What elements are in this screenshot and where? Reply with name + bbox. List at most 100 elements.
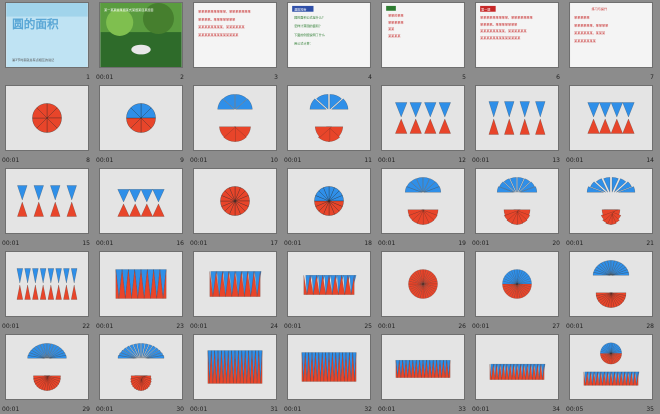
slide-thumbnail[interactable] [381, 85, 465, 151]
slide-9[interactable]: 00:01 9 [94, 83, 188, 166]
slide-20[interactable]: 00:01 20 [470, 166, 564, 249]
slide-8[interactable]: 00:01 8 [0, 83, 94, 166]
slide-thumbnail[interactable] [381, 334, 465, 400]
svg-text:练习与提升: 练习与提升 [592, 6, 607, 11]
slide-23[interactable]: 00:01 23 [94, 249, 188, 332]
slide-thumbnail[interactable]: 某某某某某某某某某，某某某某某某某 某某某某。某某某某某某某 某某某某某某某某，某某… [193, 2, 277, 68]
slide-33[interactable]: 00:01 33 [376, 332, 470, 414]
slide-21[interactable]: 00:01 21 [564, 166, 658, 249]
slide-thumbnail[interactable] [287, 251, 371, 317]
slide-thumbnail[interactable]: 某一某某些某题某式某题某目某题目 [99, 2, 183, 68]
slide-7[interactable]: 练习与提升 某某某某某 某某某某某某，某某某某 某某某某某某，某某某 某某某某某某某 7 [564, 0, 658, 83]
slide-thumbnail[interactable] [193, 251, 277, 317]
slide-28[interactable]: 00:01 28 [564, 249, 658, 332]
slide-4[interactable]: 温故知新 圆的面积公式是什么？ 怎样计算圆的面积？ 下面的例题说明了什么 用公式计算： 4 [282, 0, 376, 83]
slide-timing: 00:01 [566, 323, 584, 330]
slide-thumbnail[interactable] [99, 168, 183, 234]
slide-thumbnail[interactable] [287, 334, 371, 400]
slide-25[interactable]: 00:01 25 [282, 249, 376, 332]
slide-timing: 00:01 [378, 240, 396, 247]
slide-number: 28 [646, 323, 654, 330]
slide-thumbnail[interactable] [569, 168, 653, 234]
slide-1[interactable]: 圆的面积 第3节时案就总有点相互的说记 1 [0, 0, 94, 83]
slide-thumbnail[interactable] [5, 85, 89, 151]
slide-30[interactable]: 00:01 30 [94, 332, 188, 414]
slide-thumbnail[interactable] [193, 85, 277, 151]
slide-thumbnail[interactable] [287, 85, 371, 151]
slide-31[interactable]: 00:01 31 [188, 332, 282, 414]
slide-thumbnail[interactable] [99, 334, 183, 400]
slide-19[interactable]: 00:01 19 [376, 166, 470, 249]
slide-3[interactable]: 某某某某某某某某某，某某某某某某某 某某某某。某某某某某某某 某某某某某某某某，某某… [188, 0, 282, 83]
slide-number: 33 [458, 406, 466, 413]
slide-thumbnail[interactable] [99, 85, 183, 151]
slide-thumbnail[interactable] [5, 251, 89, 317]
slide-14[interactable]: 00:01 14 [564, 83, 658, 166]
slide-thumbnail[interactable] [5, 334, 89, 400]
slide-5[interactable]: 某某的某某 某某某某某 某某 某某某某 5 [376, 0, 470, 83]
slide-13[interactable]: 00:01 13 [470, 83, 564, 166]
slide-timing: 00:01 [472, 157, 490, 164]
slide-thumbnail[interactable]: 第一题 某某某某某某某某某，某某某某某某某 某某某某。某某某某某某某 某某某某某某某某… [475, 2, 559, 68]
slide-timing: 00:01 [2, 240, 20, 247]
slide-number: 25 [364, 323, 372, 330]
slide-thumbnail[interactable] [287, 168, 371, 234]
slide-thumbnail[interactable] [193, 168, 277, 234]
slide-thumbnail[interactable] [5, 168, 89, 234]
slide-timing: 00:01 [378, 406, 396, 413]
slide-6[interactable]: 第一题 某某某某某某某某某，某某某某某某某 某某某某。某某某某某某某 某某某某某某某某… [470, 0, 564, 83]
slide-26[interactable]: 00:01 26 [376, 249, 470, 332]
slide-29[interactable]: 00:01 29 [0, 332, 94, 414]
svg-text:某某某某。某某某某某某某: 某某某某。某某某某某某某 [198, 16, 235, 21]
slide-timing: 00:01 [190, 406, 208, 413]
slide-34[interactable]: 00:01 34 [470, 332, 564, 414]
slide-graphic [27, 343, 67, 391]
slide-27[interactable]: 00:01 27 [470, 249, 564, 332]
slide-10[interactable]: 00:01 10 [188, 83, 282, 166]
slide-number: 3 [274, 74, 278, 81]
slide-thumbnail[interactable] [569, 85, 653, 151]
slide-graphic: 第一题某某某某某某某某某，某某某某某某某某某某某。某某某某某某某某某某某某某某某… [476, 3, 558, 67]
slide-timing: 00:01 [96, 157, 114, 164]
svg-text:圆的面积: 圆的面积 [12, 17, 59, 31]
slide-number: 14 [646, 157, 654, 164]
slide-graphic [303, 275, 357, 295]
slide-graphic [314, 186, 344, 216]
slide-thumbnail[interactable] [381, 168, 465, 234]
slide-timing: 00:01 [2, 406, 20, 413]
slide-2[interactable]: 某一某某些某题某式某题某目某题目 00:01 2 [94, 0, 188, 83]
slide-18[interactable]: 00:01 18 [282, 166, 376, 249]
slide-number: 24 [270, 323, 278, 330]
slide-16[interactable]: 00:01 16 [94, 166, 188, 249]
slide-graphic [207, 350, 263, 384]
slide-timing: 00:01 [284, 323, 302, 330]
slide-22[interactable]: 00:01 22 [0, 249, 94, 332]
slide-thumbnail[interactable]: 温故知新 圆的面积公式是什么？ 怎样计算圆的面积？ 下面的例题说明了什么 用公式计算： [287, 2, 371, 68]
slide-24[interactable]: 00:01 24 [188, 249, 282, 332]
slide-thumbnail[interactable] [569, 251, 653, 317]
slide-graphic [395, 360, 451, 378]
slide-thumbnail[interactable]: 练习与提升 某某某某某 某某某某某某，某某某某 某某某某某某，某某某 某某某某某某某 [569, 2, 653, 68]
slide-thumbnail[interactable] [475, 168, 559, 234]
slide-graphic [217, 94, 253, 142]
slide-graphic [16, 268, 78, 300]
slide-11[interactable]: 00:01 11 [282, 83, 376, 166]
slide-12[interactable]: 00:01 12 [376, 83, 470, 166]
slide-thumbnail[interactable] [475, 85, 559, 151]
slide-number: 13 [552, 157, 560, 164]
slide-thumbnail[interactable]: 某某的某某 某某某某某 某某 某某某某 [381, 2, 465, 68]
slide-35[interactable]: 00:05 35 [564, 332, 658, 414]
slide-32[interactable]: 00:01 32 [282, 332, 376, 414]
slide-timing: 00:01 [96, 240, 114, 247]
slide-thumbnail[interactable] [475, 251, 559, 317]
slide-graphic [17, 185, 77, 217]
slide-thumbnail[interactable] [99, 251, 183, 317]
slide-thumbnail[interactable] [381, 251, 465, 317]
slide-17[interactable]: 00:01 17 [188, 166, 282, 249]
slide-thumbnail[interactable] [475, 334, 559, 400]
svg-text:某某某某某某某: 某某某某某某某 [574, 38, 596, 43]
slide-thumbnail[interactable] [569, 334, 653, 400]
slide-15[interactable]: 00:01 15 [0, 166, 94, 249]
slide-thumbnail[interactable]: 圆的面积 第3节时案就总有点相互的说记 [5, 2, 89, 68]
slide-thumbnail[interactable] [193, 334, 277, 400]
